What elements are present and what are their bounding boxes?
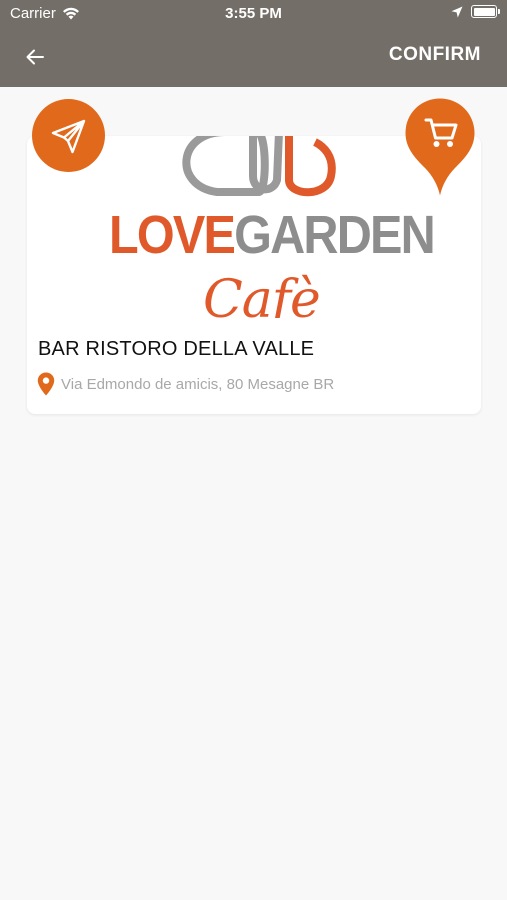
logo-garden-text: GARDEN (234, 205, 436, 265)
status-bar: Carrier 3:55 PM (0, 0, 507, 28)
battery-icon (471, 5, 500, 18)
logo-script-text: Cafè (203, 270, 321, 318)
cart-pin-button[interactable] (405, 98, 475, 196)
confirm-button[interactable]: CONFIRM (389, 44, 481, 66)
status-right (451, 5, 500, 18)
top-bar: Carrier 3:55 PM CONFIRM (0, 0, 507, 87)
venue-title: BAR RISTORO DELLA VALLE (38, 338, 315, 360)
shopping-cart-icon (405, 98, 475, 196)
location-pin-icon (37, 372, 55, 396)
arrow-left-icon (26, 49, 44, 65)
send-button[interactable] (32, 99, 105, 172)
paper-plane-icon (51, 119, 85, 153)
venue-address: Via Edmondo de amicis, 80 Mesagne BR (61, 375, 335, 393)
logo-wordmark: LOVEGARDEN (109, 205, 436, 265)
status-time: 3:55 PM (225, 5, 282, 22)
back-button[interactable] (20, 42, 50, 72)
venue-address-row: Via Edmondo de amicis, 80 Mesagne BR (37, 372, 334, 396)
logo-love-text: LOVE (109, 205, 236, 265)
nav-bar: CONFIRM (0, 28, 507, 87)
location-arrow-icon (451, 6, 463, 17)
